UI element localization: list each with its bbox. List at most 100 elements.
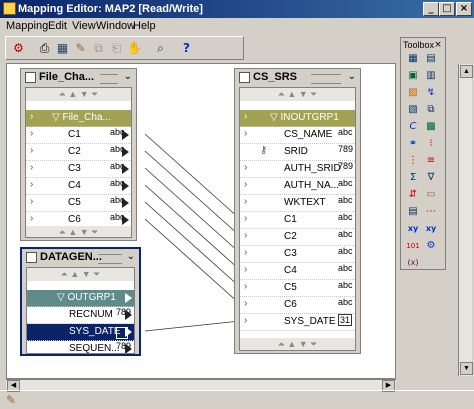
table-row[interactable]: › C5 abc — [240, 280, 355, 297]
output-port-icon[interactable] — [125, 344, 132, 353]
table-row[interactable]: ⚷ SRID 789 — [240, 144, 355, 161]
variable-operator-icon[interactable]: (x) — [406, 256, 420, 270]
aggregator-operator-icon[interactable]: Σ — [406, 171, 420, 185]
table-row[interactable]: › C5 abc — [26, 195, 131, 212]
hand-icon[interactable]: ✋ — [126, 40, 143, 57]
row-label: C6 — [284, 299, 297, 310]
table-operator-icon[interactable]: ▦ — [406, 52, 420, 66]
settings-operator-icon[interactable]: ⚙ — [424, 239, 438, 253]
menu-view[interactable]: View — [72, 20, 96, 32]
scroll-nav-bottom[interactable]: ⏶ ▲ ▼ ⏷ — [26, 226, 131, 237]
table-row[interactable]: › C4 abc — [26, 178, 131, 195]
table-datagen[interactable]: DATAGEN... ⌄ ⏶ ▲ ▼ ⏷ ▽ OUTGRP1 RECNUM 789… — [20, 247, 141, 356]
menu-mapping[interactable]: Mapping — [6, 20, 48, 32]
group-row[interactable]: › ▽ INOUTGRP1 — [240, 110, 355, 127]
file-operator-icon[interactable]: ▥ — [424, 69, 438, 83]
constant-operator-icon[interactable]: ▧ — [406, 103, 420, 117]
table-row[interactable]: › CS_NAME abc — [240, 127, 355, 144]
scroll-down-icon[interactable]: ▼ — [460, 362, 473, 375]
collapse-icon[interactable]: ⌄ — [348, 71, 356, 82]
group-label: ▽ INOUTGRP1 — [270, 112, 339, 123]
transform-operator-icon[interactable]: ▤ — [406, 205, 420, 219]
minimize-button[interactable]: _ — [423, 2, 439, 16]
table-header[interactable]: DATAGEN... ⌄ — [24, 251, 137, 265]
table-row[interactable]: › C6 abc — [240, 297, 355, 314]
lookup-operator-icon[interactable]: ▭ — [424, 188, 438, 202]
output-port-icon[interactable] — [122, 198, 129, 208]
collapse-icon[interactable]: ⌄ — [124, 71, 132, 82]
output-port-icon[interactable] — [122, 147, 129, 157]
table-row[interactable]: RECNUM 789 — [27, 307, 134, 324]
menu-window[interactable]: Window — [96, 20, 135, 32]
table-row-selected[interactable]: SYS_DATE — [27, 324, 134, 341]
table-row[interactable]: › C4 abc — [240, 263, 355, 280]
drag-grip[interactable] — [100, 74, 118, 84]
binary-operator-icon[interactable]: 101 — [406, 239, 420, 253]
sheet-operator-icon[interactable]: ▣ — [406, 69, 420, 83]
help-icon[interactable]: ? — [178, 40, 195, 57]
properties-icon[interactable]: ▦ — [54, 40, 71, 57]
table-row[interactable]: › C3 abc — [26, 161, 131, 178]
close-button[interactable]: × — [456, 2, 472, 16]
validate-icon[interactable]: ⚙ — [10, 40, 27, 57]
scroll-nav-top[interactable]: ⏶ ▲ ▼ ⏷ — [240, 88, 355, 101]
group-row[interactable]: ▽ OUTGRP1 — [27, 290, 134, 307]
maximize-button[interactable]: □ — [439, 2, 455, 16]
table-row[interactable]: › AUTH_NA... abc — [240, 178, 355, 195]
table-row[interactable]: › C3 abc — [240, 246, 355, 263]
mapping-operator-icon[interactable]: ↯ — [424, 86, 438, 100]
table-row[interactable]: › WKTEXT abc — [240, 195, 355, 212]
find-icon[interactable]: ⌕ — [152, 40, 169, 57]
filter-operator-icon[interactable]: ∇ — [424, 171, 438, 185]
sequence-operator-icon[interactable]: ▨ — [406, 86, 420, 100]
table-header[interactable]: File_Cha... ⌄ — [23, 71, 134, 85]
pivot-operator-icon[interactable]: ⋯ — [424, 205, 438, 219]
output-port-icon[interactable] — [125, 293, 132, 303]
copy-icon[interactable]: ⧉ — [90, 40, 107, 57]
scroll-up-icon[interactable]: ▲ — [460, 65, 473, 78]
menu-edit[interactable]: Edit — [48, 20, 67, 32]
table-row[interactable]: › SYS_DATE 31 — [240, 314, 355, 331]
splitter-operator-icon[interactable]: ⁝ — [424, 137, 438, 151]
generate-icon[interactable]: ✎ — [72, 40, 89, 57]
collapse-icon[interactable]: ⌄ — [127, 251, 135, 262]
xy-operator-icon[interactable]: xy — [406, 222, 420, 236]
output-port-icon[interactable] — [125, 327, 132, 337]
scroll-nav-bottom[interactable]: ⏶ ▲ ▼ ⏷ — [240, 338, 355, 350]
function-operator-icon[interactable]: C — [406, 120, 420, 134]
output-port-icon[interactable] — [122, 130, 129, 140]
table-file-char[interactable]: File_Cha... ⌄ ⏶ ▲ ▼ ⏷ › ▽ File_Cha... › C… — [20, 68, 137, 241]
table-header[interactable]: CS_SRS ⌄ — [237, 71, 358, 85]
output-port-icon[interactable] — [122, 164, 129, 174]
drag-grip[interactable] — [311, 74, 341, 84]
output-port-icon[interactable] — [122, 215, 129, 225]
xy-reverse-operator-icon[interactable]: xy — [424, 222, 438, 236]
table-row[interactable]: › C2 abc — [26, 144, 131, 161]
view-operator-icon[interactable]: ▤ — [424, 52, 438, 66]
expression-operator-icon[interactable]: ▩ — [424, 120, 438, 134]
arrow-icon: › — [30, 213, 34, 224]
set-operator-icon[interactable]: ⋮ — [406, 154, 420, 168]
menu-help[interactable]: Help — [133, 20, 156, 32]
close-icon[interactable]: × — [431, 38, 445, 52]
paste-icon[interactable]: ⎗ — [108, 40, 125, 57]
table-row[interactable]: SEQUEN... 789 — [27, 341, 134, 353]
table-row[interactable]: › C1 abc — [240, 212, 355, 229]
vertical-scrollbar[interactable]: ▲ ▼ — [458, 64, 473, 376]
deduplicator-operator-icon[interactable]: ≡ — [424, 154, 438, 168]
scroll-nav-top[interactable]: ⏶ ▲ ▼ ⏷ — [27, 268, 134, 281]
joiner-operator-icon[interactable]: ⚭ — [406, 137, 420, 151]
table-title: DATAGEN... — [40, 251, 102, 263]
table-cs-srs[interactable]: CS_SRS ⌄ ⏶ ▲ ▼ ⏷ › ▽ INOUTGRP1 › CS_NAME a… — [234, 68, 361, 354]
table-row[interactable]: › C2 abc — [240, 229, 355, 246]
drag-grip[interactable] — [98, 254, 122, 264]
table-row[interactable]: › C1 abc — [26, 127, 131, 144]
datagen-operator-icon[interactable]: ⧉ — [424, 103, 438, 117]
sorter-operator-icon[interactable]: ⇵ — [406, 188, 420, 202]
group-row[interactable]: › ▽ File_Cha... — [26, 110, 131, 127]
scroll-nav-top[interactable]: ⏶ ▲ ▼ ⏷ — [26, 88, 131, 101]
table-row[interactable]: › AUTH_SRID 789 — [240, 161, 355, 178]
output-port-icon[interactable] — [125, 310, 132, 320]
print-icon[interactable]: ⎙ — [36, 40, 53, 57]
output-port-icon[interactable] — [122, 181, 129, 191]
